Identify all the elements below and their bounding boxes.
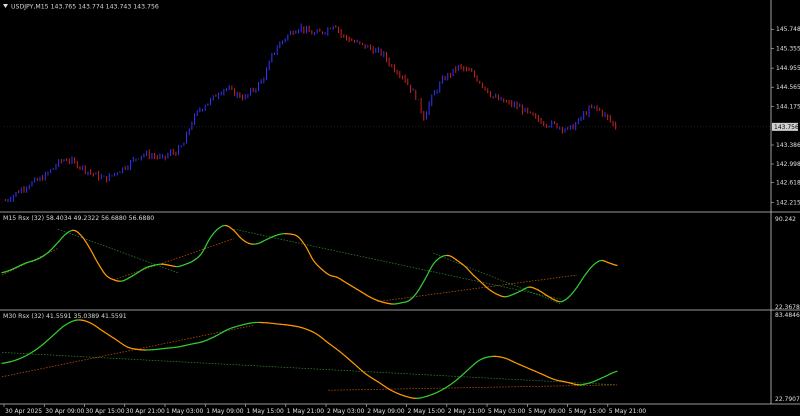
time-tick-label: 1 May 03:00 [166, 408, 204, 415]
price-tick-label: 144.175 [776, 103, 800, 110]
price-tick-label: 144.955 [776, 65, 800, 72]
price-tick-label: 143.386 [776, 142, 800, 149]
chart-background [0, 0, 800, 416]
rsi-m15-max-label: 90.242 [775, 216, 796, 223]
time-tick-label: 5 May 03:00 [488, 408, 526, 415]
price-tick-label: 142.998 [776, 161, 800, 168]
rsi-m30-max-label: 83.4846 [775, 312, 800, 319]
time-tick-label: 30 Apr 15:00 [86, 408, 125, 415]
price-tick-label: 144.565 [776, 84, 800, 91]
price-tick-label: 142.215 [776, 199, 800, 206]
time-tick-label: 30 Apr 2025 [5, 408, 42, 415]
rsi-m15-label: M15 Rsx (32) 58.4034 49.2322 56.6880 56.… [3, 215, 154, 222]
trading-terminal-window: USDJPY,M15 143.765 143.774 143.743 143.7… [0, 0, 800, 416]
rsi-m30-min-label: 22.7907 [775, 396, 800, 403]
time-tick-label: 1 May 15:00 [247, 408, 285, 415]
current-price-label: 143.756 [774, 124, 799, 131]
time-tick-label: 5 May 15:00 [569, 408, 607, 415]
rsi-m15-min-label: 22.3678 [775, 304, 800, 311]
price-tick-label: 145.355 [776, 46, 800, 53]
rsi-m30-line-segment [614, 370, 618, 373]
time-tick-label: 30 Apr 09:00 [45, 408, 84, 415]
symbol-info-label: USDJPY,M15 143.765 143.774 143.743 143.7… [11, 4, 159, 11]
time-tick-label: 2 May 21:00 [448, 408, 486, 415]
time-tick-label: 5 May 09:00 [528, 408, 566, 415]
time-tick-label: 1 May 21:00 [287, 408, 325, 415]
price-tick-label: 145.748 [776, 26, 800, 33]
time-tick-label: 30 Apr 21:00 [126, 408, 165, 415]
time-tick-label: 2 May 15:00 [408, 408, 446, 415]
rsi-m30-label: M30 Rsx (32) 41.5591 35.0389 41.5591 [3, 313, 127, 320]
time-tick-label: 2 May 09:00 [367, 408, 405, 415]
time-tick-label: 2 May 03:00 [327, 408, 365, 415]
time-tick-label: 1 May 09:00 [206, 408, 244, 415]
price-tick-label: 142.618 [776, 180, 800, 187]
chart-canvas[interactable]: USDJPY,M15 143.765 143.774 143.743 143.7… [0, 0, 800, 416]
time-tick-label: 5 May 21:00 [609, 408, 647, 415]
